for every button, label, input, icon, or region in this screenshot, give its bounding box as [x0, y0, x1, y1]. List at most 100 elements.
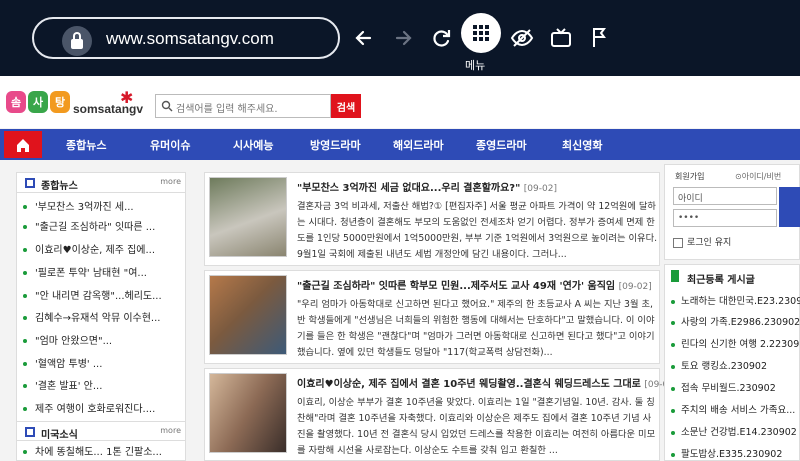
recent-title: 최근등록 게시글: [687, 275, 755, 286]
list-item-label: '필로폰 투약' 남태현 "여...: [35, 268, 147, 279]
list-item[interactable]: '결혼 발표' 안...: [23, 377, 179, 392]
bullet-icon: [671, 430, 675, 435]
list-item[interactable]: 이효리♥이상순, 제주 집에...: [23, 241, 179, 256]
section-bar-icon: [671, 270, 679, 282]
recent-item[interactable]: 린다의 신기한 여행 2.22309: [671, 336, 799, 350]
list-item[interactable]: '필로폰 투약' 남태현 "여...: [23, 264, 179, 279]
tv-icon[interactable]: [547, 24, 575, 52]
section-header: 종합뉴스 more: [17, 173, 185, 193]
nav-item[interactable]: 종합뉴스: [66, 137, 106, 153]
list-item[interactable]: "안 내리면 감옥행"...헤리도...: [23, 287, 179, 302]
list-item-label: "안 내리면 감옥행"...헤리도...: [35, 291, 162, 302]
nav-item[interactable]: 최신영화: [562, 137, 602, 153]
recent-item[interactable]: 노래하는 대한민국.E23.2309: [671, 293, 800, 307]
nav-item[interactable]: 시사예능: [233, 137, 273, 153]
bullet-icon: [23, 450, 27, 454]
article-card[interactable]: "출근길 조심하라" 잇따른 학부모 민원...제주서도 교사 49재 '연가'…: [204, 270, 660, 364]
more-link[interactable]: more: [160, 177, 181, 186]
bullet-icon: [23, 407, 27, 411]
bullet-icon: [671, 386, 675, 391]
recent-item[interactable]: 소문난 건강법.E14.230902: [671, 424, 797, 438]
login-box: 회원가입 ⊙아이디/비번 아이디 •••• 로그인 유지: [664, 164, 800, 260]
bullet-icon: [23, 205, 27, 209]
list-item-label: '결혼 발표' 안...: [35, 381, 103, 392]
back-icon[interactable]: [350, 24, 378, 52]
recent-item-label: 노래하는 대한민국.E23.2309: [681, 296, 800, 307]
list-item[interactable]: "엄마 안왔으면"...: [23, 332, 179, 347]
bullet-icon: [671, 364, 675, 369]
article-title[interactable]: "출근길 조심하라" 잇따른 학부모 민원...제주서도 교사 49재 '연가'…: [297, 277, 652, 292]
nav-item[interactable]: 유머이슈: [150, 137, 190, 153]
recent-item-label: 주치의 배송 서비스 가족요...: [681, 405, 796, 416]
recent-item[interactable]: 토요 랭킹쇼.230902: [671, 358, 767, 372]
reload-icon[interactable]: [428, 24, 456, 52]
forward-icon[interactable]: [389, 24, 417, 52]
bullet-icon: [671, 299, 675, 304]
section-title: 종합뉴스: [41, 181, 78, 192]
logo-char: 솜: [6, 91, 26, 113]
nav-item[interactable]: 해외드라마: [393, 137, 444, 153]
article-thumbnail[interactable]: [209, 373, 287, 453]
list-item-label: 제주 여행이 호화로워진다....: [35, 404, 156, 415]
signup-link[interactable]: 회원가입: [675, 171, 704, 182]
nav-item[interactable]: 방영드라마: [310, 137, 361, 153]
list-item[interactable]: 김혜수→유재석 악뮤 이수현...: [23, 309, 179, 324]
news-sidebar: 종합뉴스 more '부모찬스 3억까진 세... "출근길 조심하라" 잇따른…: [16, 172, 186, 461]
article-date: [09-02]: [618, 282, 652, 292]
recent-posts: 최근등록 게시글 노래하는 대한민국.E23.2309 사랑의 가족.E2986…: [664, 264, 800, 461]
lock-icon[interactable]: [62, 26, 92, 56]
bullet-icon: [671, 452, 675, 457]
square-icon: [25, 427, 35, 437]
list-item[interactable]: 차에 똥칠해도... 1톤 긴팔소...: [23, 443, 179, 458]
article-card[interactable]: "부모찬스 3억까진 세금 없대요...우리 결혼할까요?" [09-02] 결…: [204, 172, 660, 266]
recent-item[interactable]: 주치의 배송 서비스 가족요...: [671, 402, 795, 416]
article-summary: 결혼자금 3억 비과세, 저출산 해법?① [편집자주] 서울 평균 아파트 가…: [297, 201, 658, 260]
search-button[interactable]: 검색: [331, 94, 361, 118]
find-account-link[interactable]: ⊙아이디/비번: [735, 171, 781, 182]
url-text[interactable]: www.somsatangv.com: [106, 29, 274, 49]
nav-item[interactable]: 종영드라마: [476, 137, 527, 153]
bullet-icon: [23, 271, 27, 275]
eye-off-icon[interactable]: [508, 24, 536, 52]
main-nav: 종합뉴스 유머이슈 시사예능 방영드라마 해외드라마 종영드라마 최신영화: [0, 129, 800, 160]
list-item[interactable]: 제주 여행이 호화로워진다....: [23, 400, 179, 415]
search-placeholder: 검색어를 입력 해주세요.: [176, 104, 278, 115]
home-button[interactable]: [4, 131, 42, 158]
article-summary: "우리 엄마가 아동학대로 신고하면 된다고 했어요." 제주의 한 초등교사 …: [297, 299, 655, 358]
bookmark-icon[interactable]: [586, 24, 614, 52]
bullet-icon: [671, 342, 675, 347]
keep-login-checkbox[interactable]: 로그인 유지: [673, 235, 731, 248]
list-item-label: "출근길 조심하라" 잇따른 ...: [35, 222, 156, 233]
checkbox-icon: [673, 237, 683, 248]
password-field[interactable]: ••••: [673, 209, 777, 227]
bullet-icon: [671, 408, 675, 413]
section-title: 미국소식: [41, 430, 78, 441]
webpage: 솜 사 탕 ✱ somsatangv 검색어를 입력 해주세요. 검색 종합뉴스…: [0, 76, 800, 461]
recent-item[interactable]: 접속 무비월드.230902: [671, 380, 776, 394]
menu-button[interactable]: [461, 13, 501, 53]
recent-item-label: 접속 무비월드.230902: [681, 383, 776, 394]
article-thumbnail[interactable]: [209, 177, 287, 257]
article-date: [09-02]: [523, 184, 557, 194]
list-item-label: 이효리♥이상순, 제주 집에...: [35, 245, 156, 256]
bullet-icon: [23, 316, 27, 320]
grid-icon: [473, 25, 489, 41]
search-input[interactable]: 검색어를 입력 해주세요.: [155, 94, 331, 118]
recent-item-label: 소문난 건강법.E14.230902: [681, 427, 797, 438]
recent-item[interactable]: 팔도밥상.E335.230902: [671, 446, 782, 460]
recent-item[interactable]: 사랑의 가족.E2986.230902: [671, 314, 800, 328]
article-title[interactable]: "부모찬스 3억까진 세금 없대요...우리 결혼할까요?" [09-02]: [297, 179, 557, 194]
list-item[interactable]: '부모찬스 3억까진 세...: [23, 198, 179, 213]
list-item[interactable]: '혈액암 투병' ...: [23, 355, 179, 370]
list-item[interactable]: "출근길 조심하라" 잇따른 ...: [23, 218, 179, 233]
article-title[interactable]: 이효리♥이상순, 제주 집에서 결혼 10주년 웨딩촬영..결혼식 웨딩드레스도…: [297, 375, 678, 390]
article-summary: 이효리, 이상순 부부가 결혼 10주년을 맞았다. 이효리는 1일 "결혼기념…: [297, 397, 656, 456]
more-link[interactable]: more: [160, 426, 181, 435]
recent-item-label: 사랑의 가족.E2986.230902: [681, 317, 800, 328]
article-thumbnail[interactable]: [209, 275, 287, 355]
login-button[interactable]: [779, 187, 800, 227]
site-logo[interactable]: 솜 사 탕: [6, 91, 70, 113]
id-field[interactable]: 아이디: [673, 187, 777, 205]
article-card[interactable]: 이효리♥이상순, 제주 집에서 결혼 10주년 웨딩촬영..결혼식 웨딩드레스도…: [204, 368, 678, 461]
logo-text[interactable]: somsatangv: [73, 102, 143, 116]
